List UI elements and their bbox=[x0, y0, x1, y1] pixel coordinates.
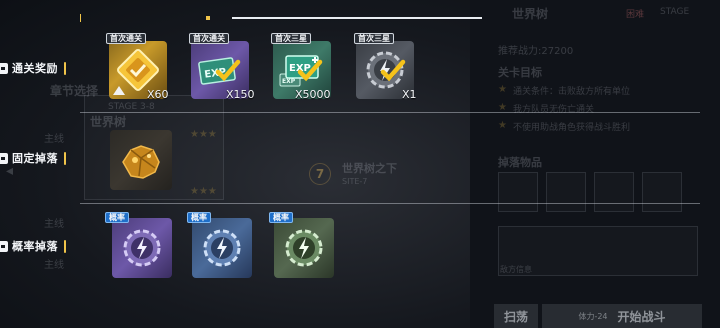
reward-qty-4: X1 bbox=[402, 88, 417, 101]
section-title: 通关奖励 bbox=[12, 62, 58, 75]
section-accent-bar bbox=[64, 239, 66, 253]
chance-badge-1: 概率 bbox=[105, 212, 129, 223]
section-divider-2 bbox=[80, 203, 700, 204]
section-marker-icon bbox=[0, 62, 8, 74]
section-label-chance-drop: 概率掉落 bbox=[0, 238, 66, 254]
chance-badge-3: 概率 bbox=[269, 212, 293, 223]
svg-text:EXP: EXP bbox=[282, 78, 296, 85]
drop-item-gold-ore[interactable] bbox=[110, 130, 172, 190]
section-label-fixed-drop: 固定掉落 bbox=[0, 150, 66, 166]
purple-gear-chip-icon bbox=[112, 218, 172, 278]
section-label-clear-reward: 通关奖励 bbox=[0, 60, 66, 76]
rarity-corner-icon bbox=[113, 86, 125, 95]
top-rule-tick-left bbox=[80, 14, 81, 22]
section-marker-icon bbox=[0, 152, 8, 164]
chance-badge-2: 概率 bbox=[187, 212, 211, 223]
reward-badge-1: 首次通关 bbox=[106, 33, 146, 44]
reward-qty-3: X5000 bbox=[295, 88, 331, 101]
section-marker-icon bbox=[0, 240, 8, 252]
chance-item-2[interactable] bbox=[192, 218, 252, 278]
reward-badge-4: 首次三星 bbox=[354, 33, 394, 44]
section-title: 概率掉落 bbox=[12, 240, 58, 253]
reward-qty-2: X150 bbox=[226, 88, 255, 101]
section-accent-bar bbox=[64, 151, 66, 165]
reward-overlay: 通关奖励 首次通关 X60 EXP 首次通关 X150 EXP EXP 首次三星… bbox=[0, 0, 720, 328]
section-accent-bar bbox=[64, 61, 66, 75]
top-rule-dot bbox=[206, 16, 210, 20]
gold-ore-icon bbox=[110, 130, 172, 190]
section-divider-1 bbox=[80, 112, 700, 113]
top-rule bbox=[232, 17, 482, 19]
reward-badge-2: 首次通关 bbox=[189, 33, 229, 44]
blue-gear-chip-icon bbox=[192, 218, 252, 278]
green-gear-chip-icon bbox=[274, 218, 334, 278]
chance-item-1[interactable] bbox=[112, 218, 172, 278]
section-title: 固定掉落 bbox=[12, 152, 58, 165]
reward-badge-3: 首次三星 bbox=[271, 33, 311, 44]
chance-item-3[interactable] bbox=[274, 218, 334, 278]
reward-qty-1: X60 bbox=[147, 88, 169, 101]
